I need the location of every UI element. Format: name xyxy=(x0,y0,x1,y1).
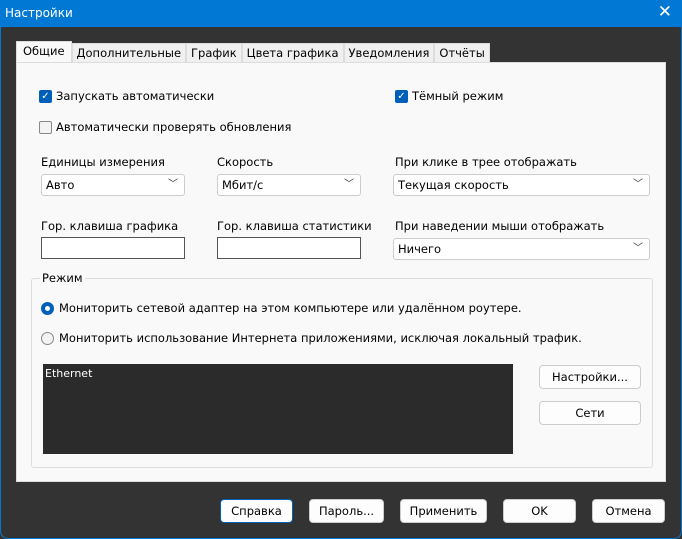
mode-apps-label: Мониторить использование Интернета прило… xyxy=(59,331,582,345)
speed-value: Мбит/с xyxy=(222,178,264,192)
autostart-label: Запускать автоматически xyxy=(56,89,215,103)
mode-adapter-radio[interactable]: Мониторить сетевой адаптер на этом компь… xyxy=(41,301,522,315)
general-panel: ✓ Запускать автоматически ✓ Тёмный режим… xyxy=(16,62,666,482)
dark-mode-checkbox[interactable]: ✓ Тёмный режим xyxy=(395,89,503,103)
graph-hotkey-label: Гор. клавиша графика xyxy=(41,219,179,233)
auto-update-checkbox[interactable]: Автоматически проверять обновления xyxy=(39,120,291,134)
tab-graph-colors[interactable]: Цвета графика xyxy=(241,43,344,63)
cancel-button[interactable]: Отмена xyxy=(592,499,665,523)
password-button[interactable]: Пароль... xyxy=(309,499,384,523)
hover-label: При наведении мыши отображать xyxy=(395,219,605,233)
adapter-list[interactable]: Ethernet xyxy=(43,364,513,454)
checkmark-icon: ✓ xyxy=(39,89,52,103)
chevron-down-icon: ﹀ xyxy=(344,179,354,190)
graph-hotkey-input[interactable] xyxy=(41,237,185,259)
hover-value: Ничего xyxy=(398,242,442,256)
mode-group-label: Режим xyxy=(40,271,85,285)
mode-adapter-label: Мониторить сетевой адаптер на этом компь… xyxy=(59,301,522,315)
units-label: Единицы измерения xyxy=(41,155,165,169)
window-title: Настройки xyxy=(5,6,73,20)
checkbox-icon xyxy=(39,120,52,134)
tray-click-select[interactable]: Текущая скорость ﹀ xyxy=(393,174,650,196)
speed-select[interactable]: Мбит/с ﹀ xyxy=(217,174,361,196)
checkmark-icon: ✓ xyxy=(395,89,408,103)
help-button[interactable]: Справка xyxy=(220,499,293,523)
auto-update-label: Автоматически проверять обновления xyxy=(56,120,292,134)
tab-bar: Общие Дополнительные График Цвета график… xyxy=(16,41,490,63)
tab-advanced[interactable]: Дополнительные xyxy=(71,43,187,63)
radio-selected-icon xyxy=(41,301,54,315)
dark-mode-label: Тёмный режим xyxy=(412,89,504,103)
speed-label: Скорость xyxy=(217,155,274,169)
autostart-checkbox[interactable]: ✓ Запускать автоматически xyxy=(39,89,214,103)
adapter-settings-button[interactable]: Настройки... xyxy=(539,365,641,389)
tab-reports[interactable]: Отчёты xyxy=(434,43,490,63)
tab-general[interactable]: Общие xyxy=(16,41,72,63)
stats-hotkey-label: Гор. клавиша статистики xyxy=(217,219,372,233)
hover-select[interactable]: Ничего ﹀ xyxy=(393,238,650,260)
tray-click-value: Текущая скорость xyxy=(398,178,509,192)
apply-button[interactable]: Применить xyxy=(400,499,487,523)
list-item[interactable]: Ethernet xyxy=(45,367,511,380)
close-icon[interactable]: ✕ xyxy=(658,2,672,22)
tab-notifications[interactable]: Уведомления xyxy=(343,43,435,63)
ok-button[interactable]: OK xyxy=(503,499,576,523)
chevron-down-icon: ﹀ xyxy=(168,179,178,190)
tab-graph[interactable]: График xyxy=(186,43,242,63)
mode-apps-radio[interactable]: Мониторить использование Интернета прило… xyxy=(41,331,582,345)
units-select[interactable]: Авто ﹀ xyxy=(41,174,185,196)
units-value: Авто xyxy=(46,178,75,192)
networks-button[interactable]: Сети xyxy=(539,401,641,425)
stats-hotkey-input[interactable] xyxy=(217,237,361,259)
tray-click-label: При клике в трее отображать xyxy=(395,155,577,169)
radio-icon xyxy=(41,331,54,345)
title-bar: Настройки ✕ xyxy=(0,0,682,27)
chevron-down-icon: ﹀ xyxy=(633,179,643,190)
chevron-down-icon: ﹀ xyxy=(633,243,643,254)
